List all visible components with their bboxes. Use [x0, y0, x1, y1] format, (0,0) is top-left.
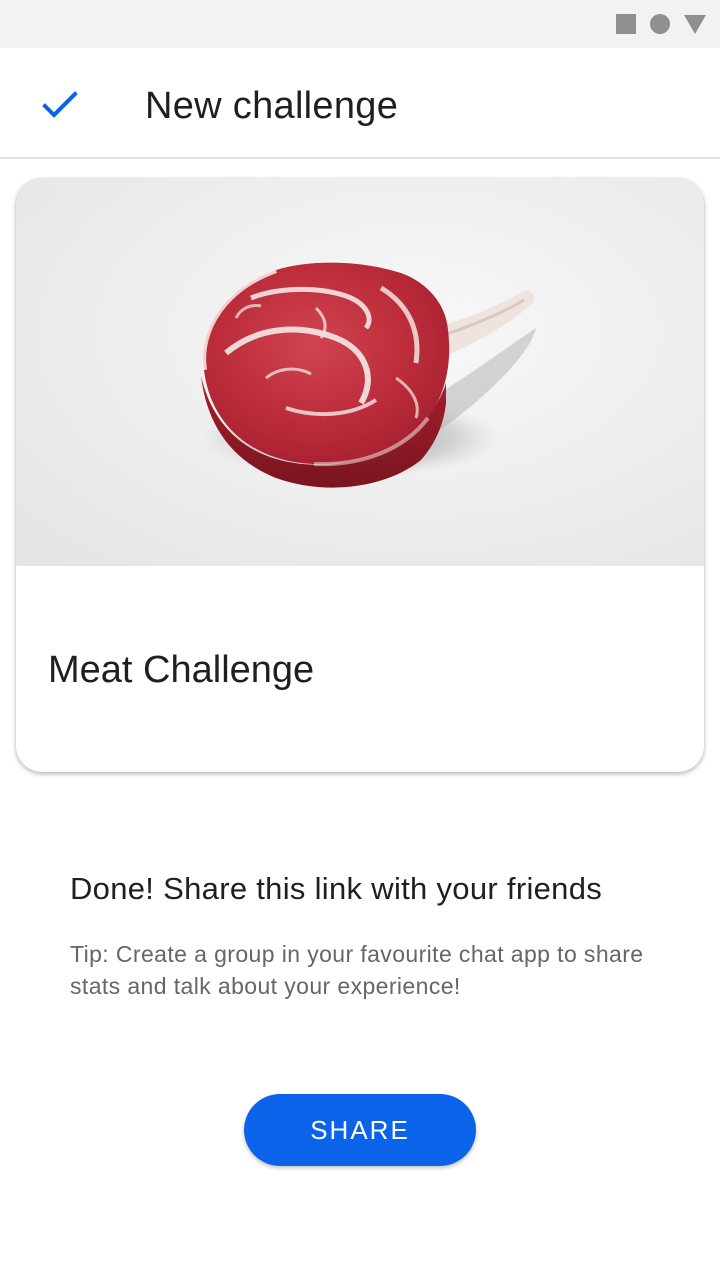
- check-icon: [42, 91, 78, 118]
- challenge-card[interactable]: Meat Challenge: [16, 178, 704, 772]
- system-nav-icons: [616, 13, 706, 35]
- app-bar: New challenge: [0, 48, 720, 159]
- steak-illustration: [200, 262, 536, 488]
- page-title: New challenge: [145, 85, 399, 127]
- square-icon: [616, 14, 636, 34]
- tip-text: Tip: Create a group in your favourite ch…: [70, 941, 644, 999]
- challenge-title: Meat Challenge: [48, 649, 315, 691]
- challenge-image: [16, 178, 704, 566]
- confirm-button[interactable]: [30, 75, 90, 135]
- status-bar: [0, 0, 720, 48]
- circle-icon: [650, 14, 670, 34]
- triangle-icon: [684, 14, 706, 34]
- done-heading: Done! Share this link with your friends: [70, 871, 603, 906]
- share-button[interactable]: SHARE: [244, 1094, 476, 1166]
